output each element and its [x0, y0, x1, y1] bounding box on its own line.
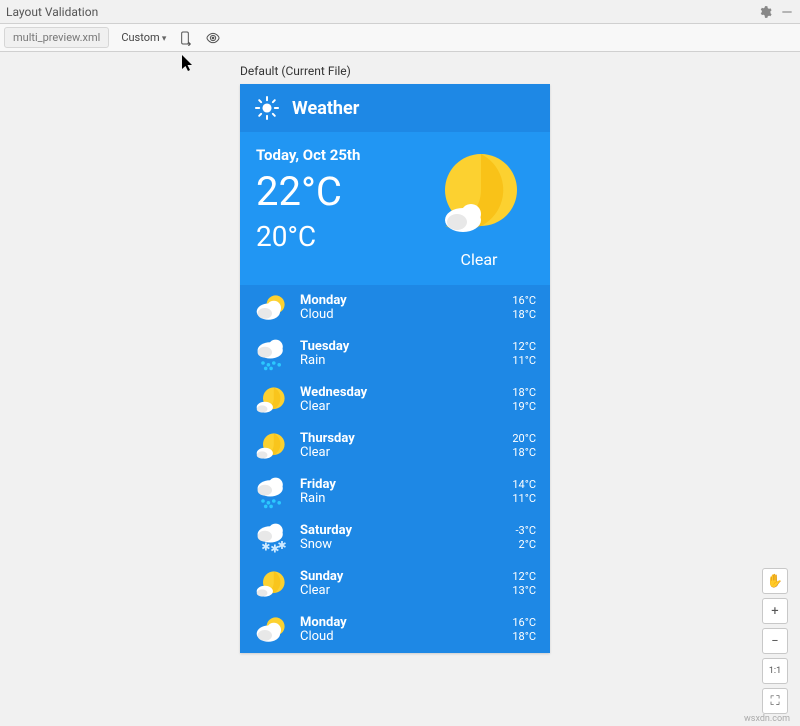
watermark: wsxdn.com — [744, 714, 790, 724]
forecast-high: 14°C — [512, 478, 536, 492]
forecast-low: 11°C — [512, 354, 536, 368]
forecast-day: Thursday — [300, 432, 512, 446]
forecast-low: 18°C — [512, 446, 536, 460]
file-tab[interactable]: multi_preview.xml — [4, 27, 109, 48]
forecast-high: 20°C — [512, 432, 536, 446]
hero-weather-icon — [429, 146, 529, 246]
pan-button[interactable]: ✋ — [762, 568, 788, 594]
forecast-high: 16°C — [512, 616, 536, 630]
sun-icon — [254, 95, 280, 121]
forecast-high: 12°C — [512, 570, 536, 584]
forecast-condition: Cloud — [300, 308, 512, 322]
clear-icon — [254, 428, 290, 464]
forecast-high: 16°C — [512, 294, 536, 308]
clear-icon — [254, 382, 290, 418]
forecast-low: 18°C — [512, 630, 536, 644]
forecast-day: Monday — [300, 294, 512, 308]
hero-condition: Clear — [461, 250, 498, 269]
forecast-row: FridayRain14°C11°C — [240, 469, 550, 515]
one-to-one-button[interactable]: 1:1 — [762, 658, 788, 684]
toolbar: multi_preview.xml Custom — [0, 24, 800, 52]
forecast-high: 12°C — [512, 340, 536, 354]
snow-icon: ✱✱✱ — [254, 520, 290, 556]
forecast-day: Monday — [300, 616, 512, 630]
forecast-day: Wednesday — [300, 386, 512, 400]
hero-panel: Today, Oct 25th 22°C 20°C — [240, 132, 550, 285]
today-label: Today, Oct 25th — [256, 146, 424, 164]
forecast-high: -3°C — [516, 524, 537, 538]
zoom-out-button[interactable]: − — [762, 628, 788, 654]
app-bar: Weather — [240, 84, 550, 132]
svg-text:✱: ✱ — [277, 540, 286, 552]
rain-icon — [254, 474, 290, 510]
rain-icon — [254, 336, 290, 372]
device-preview: Weather Today, Oct 25th 22°C 20°C — [240, 84, 550, 653]
clear-icon — [254, 566, 290, 602]
window-title: Layout Validation — [6, 5, 98, 19]
preview-label: Default (Current File) — [240, 64, 800, 78]
forecast-row: SundayClear12°C13°C — [240, 561, 550, 607]
forecast-row: MondayCloud16°C18°C — [240, 607, 550, 653]
forecast-condition: Rain — [300, 492, 512, 506]
zoom-in-button[interactable]: + — [762, 598, 788, 624]
forecast-list: MondayCloud16°C18°CTuesdayRain12°C11°CWe… — [240, 285, 550, 653]
forecast-day: Tuesday — [300, 340, 512, 354]
forecast-row: ✱✱✱SaturdaySnow-3°C2°C — [240, 515, 550, 561]
forecast-day: Friday — [300, 478, 512, 492]
forecast-row: ThursdayClear20°C18°C — [240, 423, 550, 469]
title-bar: Layout Validation — [0, 0, 800, 24]
forecast-condition: Clear — [300, 446, 512, 460]
forecast-condition: Clear — [300, 584, 512, 598]
preview-area: Default (Current File) Weather Today, Oc… — [0, 52, 800, 653]
forecast-condition: Cloud — [300, 630, 512, 644]
cloud-icon — [254, 612, 290, 648]
forecast-condition: Clear — [300, 400, 512, 414]
forecast-low: 13°C — [512, 584, 536, 598]
forecast-row: MondayCloud16°C18°C — [240, 285, 550, 331]
cloud-icon — [254, 290, 290, 326]
view-mode-icon[interactable] — [204, 29, 222, 47]
forecast-condition: Rain — [300, 354, 512, 368]
forecast-condition: Snow — [300, 538, 516, 552]
forecast-row: TuesdayRain12°C11°C — [240, 331, 550, 377]
gear-icon[interactable] — [758, 5, 772, 19]
temp-low: 20°C — [256, 220, 424, 253]
temp-high: 22°C — [256, 170, 424, 214]
layout-dropdown[interactable]: Custom — [117, 29, 170, 46]
app-title: Weather — [292, 98, 359, 119]
forecast-low: 19°C — [512, 400, 536, 414]
forecast-row: WednesdayClear18°C19°C — [240, 377, 550, 423]
zoom-fit-button[interactable]: ⛶ — [762, 688, 788, 714]
forecast-day: Sunday — [300, 570, 512, 584]
minimize-icon[interactable] — [780, 5, 794, 19]
forecast-day: Saturday — [300, 524, 516, 538]
device-orientation-icon[interactable] — [176, 29, 194, 47]
forecast-low: 18°C — [512, 308, 536, 322]
svg-text:✱: ✱ — [261, 542, 270, 554]
forecast-low: 2°C — [516, 538, 537, 552]
zoom-controls: ✋ + − 1:1 ⛶ — [762, 568, 788, 714]
forecast-low: 11°C — [512, 492, 536, 506]
forecast-high: 18°C — [512, 386, 536, 400]
